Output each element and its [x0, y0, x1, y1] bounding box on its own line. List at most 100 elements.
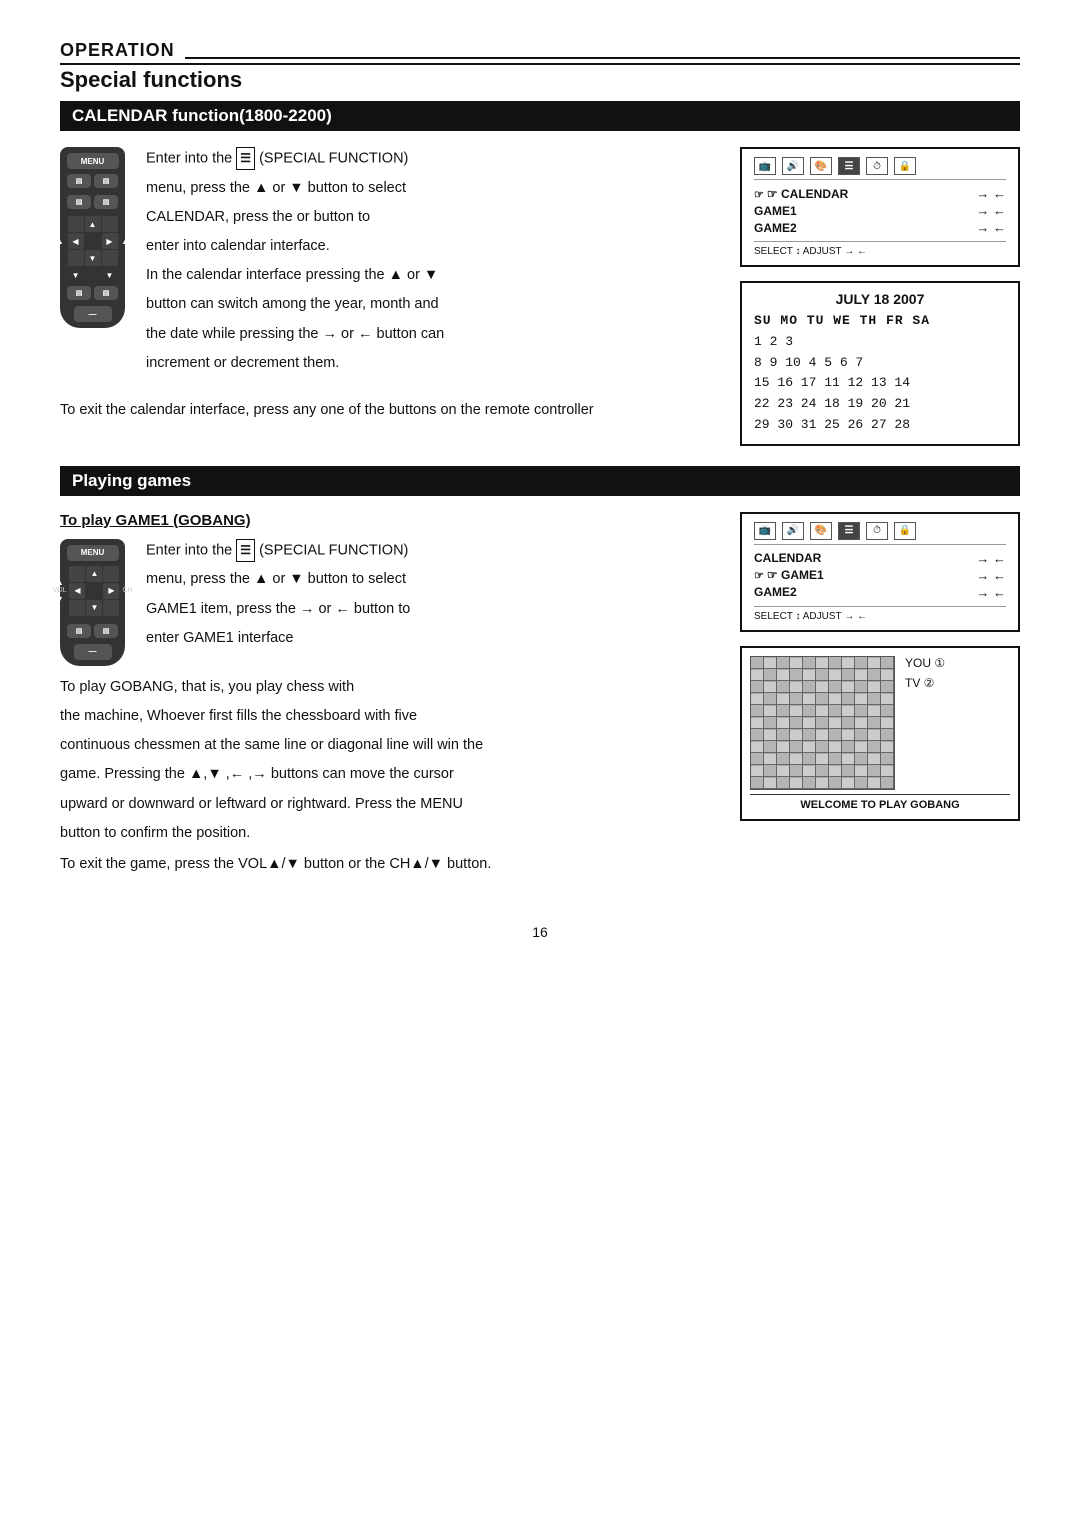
g-game2-arrows: → ← [976, 585, 1006, 600]
lock-icon-box: 🔒 [894, 157, 916, 175]
dpad2-e1 [69, 566, 85, 582]
vol-up2: ▲ [55, 577, 64, 587]
gobang-remote-area: MENU ▲ VOL ▼ ▲ ◀ [60, 539, 710, 666]
games-btn1: ▤ [67, 624, 91, 638]
g-lock-icon: 🔒 [894, 522, 916, 540]
game2-label: GAME2 [754, 221, 797, 235]
gobang-p6: button to confirm the position. [60, 822, 710, 845]
cal-row5: 29 30 31 25 26 27 28 [754, 415, 1006, 436]
dpad-right: ▶ [102, 233, 118, 249]
calendar-row: ☞ ☞ CALENDAR → ← [754, 186, 1006, 201]
calendar-date-title: JULY 18 2007 [754, 291, 1006, 307]
calendar-exit-text: To exit the calendar interface, press an… [60, 399, 710, 422]
dpad-empty4 [102, 250, 118, 266]
dpad2-up: ▲ [86, 566, 102, 582]
game1-label: GAME1 [754, 204, 797, 218]
gobang-instructions: Enter into the ☰ (SPECIAL FUNCTION) menu… [146, 539, 410, 656]
vol-label2: VOL [52, 587, 66, 594]
calendar-section-bar: CALENDAR function(1800-2200) [60, 101, 1020, 131]
dpad-left: ◀ [68, 233, 84, 249]
games-right-col: 📺 🔊 🎨 ☰ ⏱ 🔒 CALENDAR → ← ☞ ☞ GAME1 [740, 512, 1020, 884]
g-game2-label: GAME2 [754, 585, 797, 599]
gobang-welcome: WELCOME TO PLAY GOBANG [750, 794, 1010, 811]
remote-btn4: ▤ [94, 195, 118, 209]
sound-icon-box: 🔊 [782, 157, 804, 175]
vol-down2: ▼ [55, 594, 64, 604]
tv-icon-box: 📺 [754, 157, 776, 175]
remote-body: MENU ▤ ▤ ▤ ▤ ▲ ▲ [60, 147, 125, 328]
dpad-center [85, 233, 101, 249]
cal-header: SU MO TU WE TH FR SA [754, 311, 1006, 332]
g-special-icon: ☰ [838, 522, 860, 540]
operation-line [185, 57, 1020, 59]
cal-inst-3: CALENDAR, press the or button to [146, 206, 444, 229]
operation-header: OPERATION [60, 40, 1020, 65]
tv-label: TV ② [905, 676, 945, 690]
menu-btn2: MENU [67, 545, 119, 561]
g-tv-icon: 📺 [754, 522, 776, 540]
vol-down: ▼ [72, 271, 80, 280]
cal-row3: 15 16 17 11 12 13 14 [754, 373, 1006, 394]
dpad: ▲ ◀ ▶ ▼ [68, 216, 118, 266]
ch-down2: ▼ [123, 594, 132, 604]
calendar-left-col: MENU ▤ ▤ ▤ ▤ ▲ ▲ [60, 147, 710, 446]
calendar-section-content: MENU ▤ ▤ ▤ ▤ ▲ ▲ [60, 147, 1020, 446]
games-panel-icons: 📺 🔊 🎨 ☰ ⏱ 🔒 [754, 522, 1006, 545]
calendar-arrows: → ← [976, 186, 1006, 201]
cal-inst-7: the date while pressing the → or ← butto… [146, 323, 444, 346]
games-content: To play GAME1 (GOBANG) MENU ▲ VOL ▼ [60, 512, 1020, 884]
cal-row1: 1 2 3 [754, 332, 1006, 353]
calendar-display: JULY 18 2007 SU MO TU WE TH FR SA 1 2 3 … [740, 281, 1020, 446]
remote-btn7: — [74, 306, 112, 322]
games-game2-row: GAME2 → ← [754, 585, 1006, 600]
g-color-icon: 🎨 [810, 522, 832, 540]
cal-inst-6: button can switch among the year, month … [146, 293, 444, 316]
menu-btn: MENU [67, 153, 119, 169]
calendar-menu-panel: 📺 🔊 🎨 ☰ ⏱ 🔒 ☞ ☞ CALENDAR → ← GAME1 → ← G… [740, 147, 1020, 267]
dpad2-down: ▼ [86, 600, 102, 616]
game1-row: GAME1 → ← [754, 203, 1006, 218]
game-inst-4: enter GAME1 interface [146, 627, 410, 650]
select-adjust-text: SELECT ↕ ADJUST → ← [754, 246, 867, 257]
dpad2: ▲ ◀ ▶ ▼ [69, 566, 119, 616]
g-select-adjust: SELECT ↕ ADJUST → ← [754, 611, 867, 622]
game2-row: GAME2 → ← [754, 220, 1006, 235]
panel-footer: SELECT ↕ ADJUST → ← [754, 241, 1006, 257]
ch-label2: CH [122, 587, 132, 594]
gobang-subtitle: To play GAME1 (GOBANG) [60, 512, 710, 529]
dpad2-e4 [103, 600, 119, 616]
dpad-up: ▲ [85, 216, 101, 232]
gobang-board-container: .gcell { width:13px; height:12px; backgr… [750, 656, 895, 790]
remote-btn6: ▤ [94, 286, 118, 300]
dpad2-left: ◀ [69, 583, 85, 599]
calendar-right-col: 📺 🔊 🎨 ☰ ⏱ 🔒 ☞ ☞ CALENDAR → ← GAME1 → ← G… [740, 147, 1020, 446]
remote-games: MENU ▲ VOL ▼ ▲ ◀ [60, 539, 130, 666]
calendar-grid: SU MO TU WE TH FR SA 1 2 3 8 9 10 4 5 6 … [754, 311, 1006, 436]
dpad-down: ▼ [85, 250, 101, 266]
ch-label: ▲ [121, 236, 131, 246]
g-timer-icon: ⏱ [866, 522, 888, 540]
gobang-p4: game. Pressing the ▲,▼ ,← ,→ buttons can… [60, 763, 710, 786]
gobang-legend: YOU ① TV ② [901, 656, 945, 690]
gobang-panel: .gcell { width:13px; height:12px; backgr… [740, 646, 1020, 821]
game-exit-text: To exit the game, press the VOL▲/▼ butto… [60, 853, 710, 876]
cal-inst-8: increment or decrement them. [146, 352, 444, 375]
game1-arrows: → ← [976, 203, 1006, 218]
special-icon-box: ☰ [838, 157, 860, 175]
cursor-indicator: ☞ [754, 189, 767, 201]
games-panel-footer: SELECT ↕ ADJUST → ← [754, 606, 1006, 622]
g-calendar-label: CALENDAR [754, 551, 821, 565]
you-label: YOU ① [905, 656, 945, 670]
playing-games-bar: Playing games [60, 466, 1020, 496]
remote-btn5: ▤ [67, 286, 91, 300]
dpad-empty1 [68, 216, 84, 232]
game2-arrows: → ← [976, 220, 1006, 235]
calendar-row-label: ☞ ☞ CALENDAR [754, 187, 848, 201]
gobang-p1: To play GOBANG, that is, you play chess … [60, 676, 710, 699]
cal-row2: 8 9 10 4 5 6 7 [754, 353, 1006, 374]
dpad-empty2 [102, 216, 118, 232]
remote-btn3: ▤ [67, 195, 91, 209]
games-btn2: ▤ [94, 624, 118, 638]
special-fn-icon2: ☰ [236, 539, 255, 562]
g-game1-label: ☞ ☞ GAME1 [754, 568, 824, 582]
